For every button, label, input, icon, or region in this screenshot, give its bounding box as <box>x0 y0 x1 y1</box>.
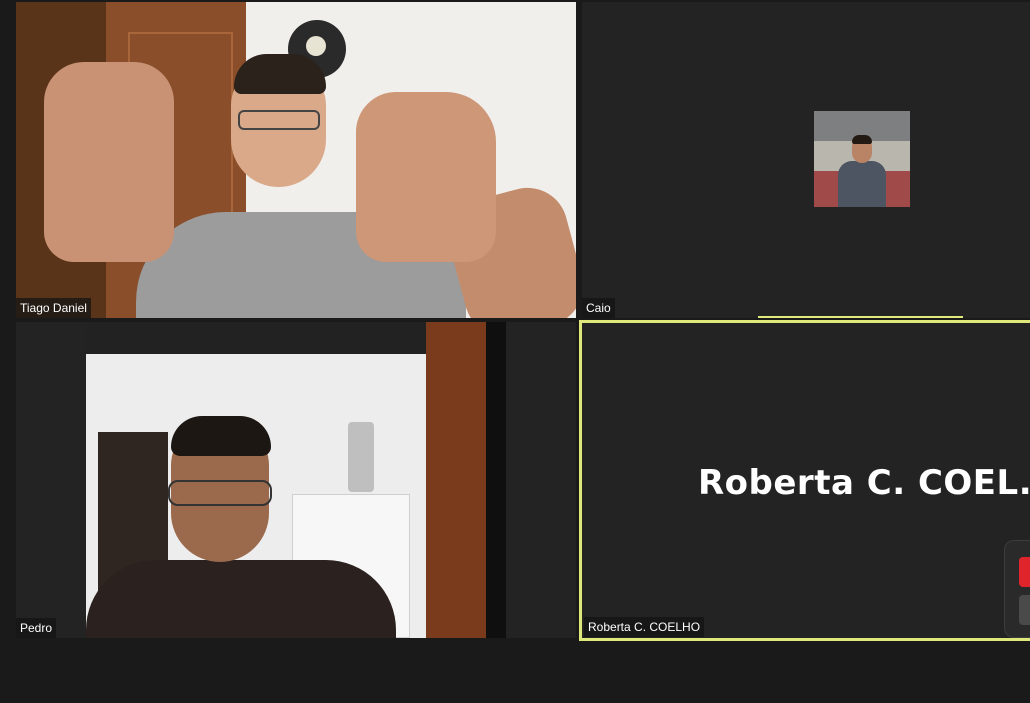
meeting-gallery-view: Tiago Daniel Caio Pedro Roberta C. COEL.… <box>0 0 1030 703</box>
video-frame <box>348 422 374 492</box>
participant-display-name: Roberta C. COEL... <box>698 463 1030 503</box>
video-tile-pedro[interactable]: Pedro <box>16 322 576 638</box>
video-frame <box>306 36 326 56</box>
video-frame <box>44 62 174 262</box>
video-tile-tiago-daniel[interactable]: Tiago Daniel <box>16 2 576 318</box>
letterbox <box>16 322 86 638</box>
participant-name-label: Pedro <box>16 618 57 638</box>
video-tile-caio[interactable]: Caio <box>582 2 1030 318</box>
avatar-figure <box>852 135 872 144</box>
video-frame <box>356 92 496 262</box>
participant-name-label: Caio <box>582 298 615 318</box>
video-frame <box>238 110 320 130</box>
stop-button[interactable] <box>1019 557 1030 587</box>
letterbox <box>506 322 576 638</box>
video-frame <box>171 416 271 456</box>
video-frame <box>234 54 326 94</box>
video-frame <box>426 322 486 638</box>
video-frame <box>486 322 506 638</box>
floating-control-bar[interactable] <box>1004 540 1030 638</box>
participant-name-label: Roberta C. COELHO <box>584 617 705 637</box>
participant-name-label: Tiago Daniel <box>16 298 91 318</box>
control-button[interactable] <box>1019 595 1030 625</box>
active-speaker-indicator <box>758 316 963 318</box>
video-frame <box>168 480 272 506</box>
avatar-figure <box>838 161 886 207</box>
video-tile-roberta-coelho[interactable]: Roberta C. COEL... Roberta C. COELHO <box>579 320 1030 641</box>
avatar <box>814 111 910 207</box>
video-frame <box>86 560 396 638</box>
